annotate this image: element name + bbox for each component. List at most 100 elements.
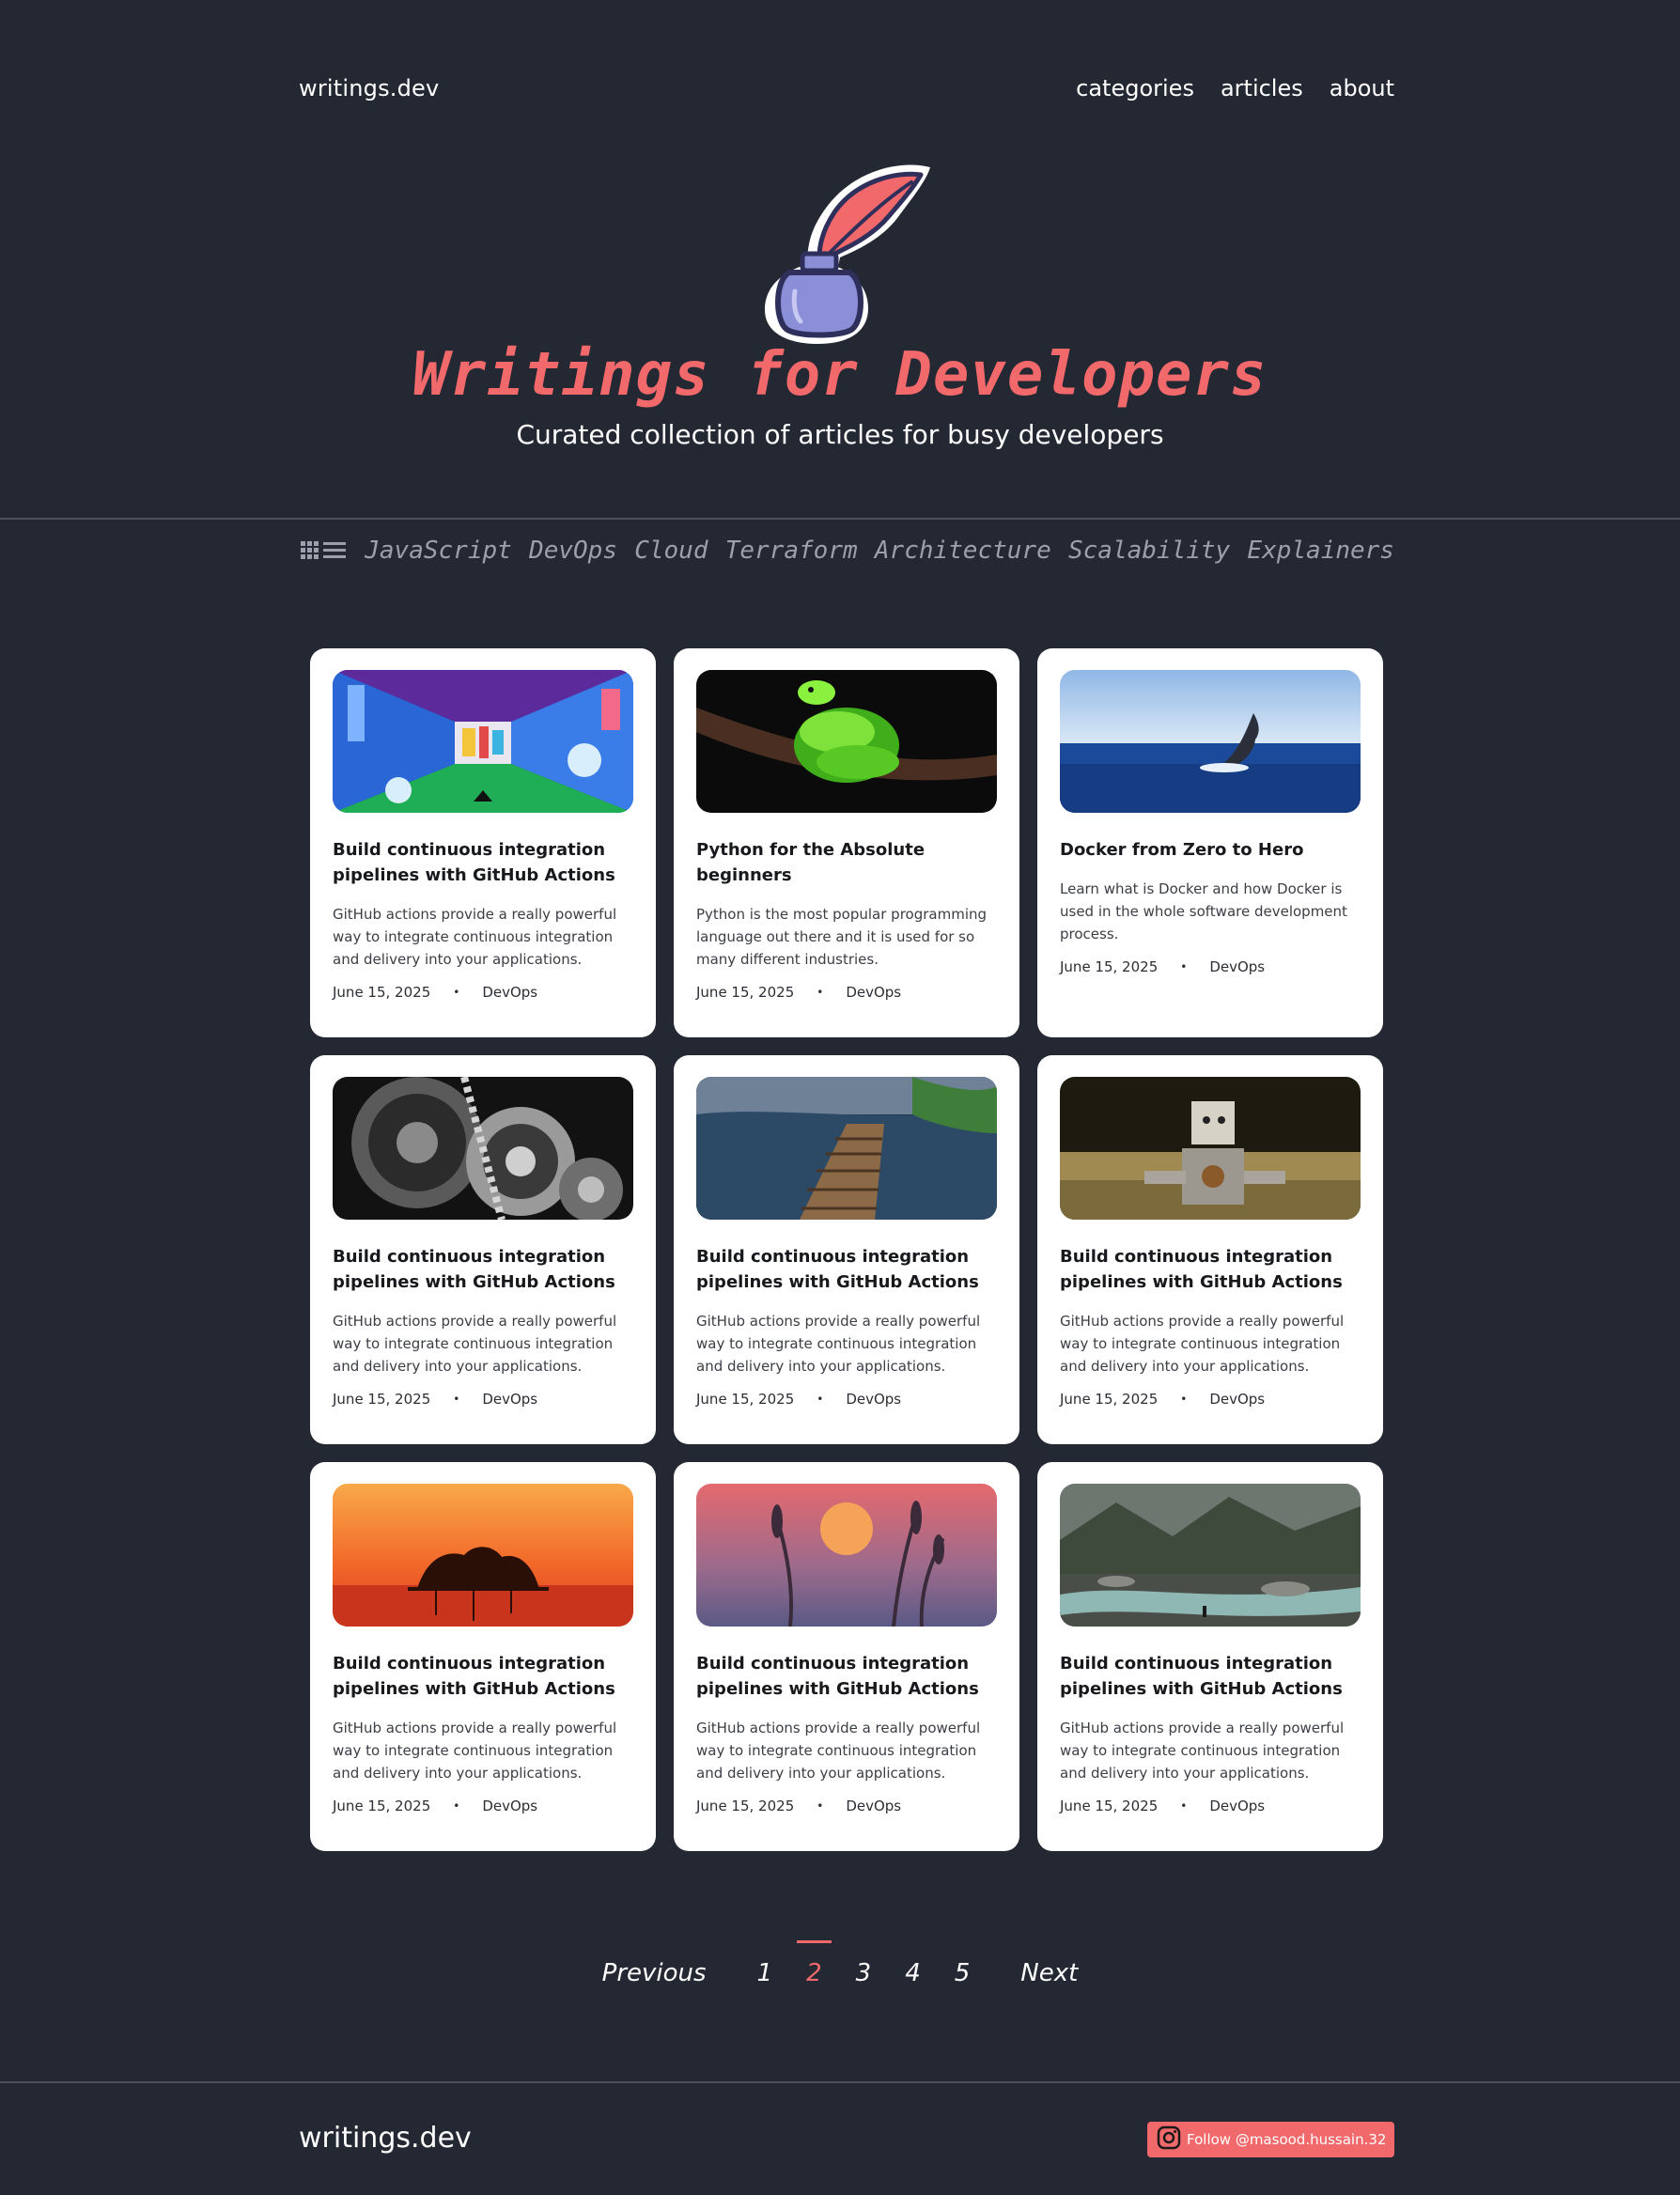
article-card[interactable]: Build continuous integration pipelines w… [1037,1055,1383,1444]
article-date: June 15, 2025 [1060,1798,1159,1814]
article-category[interactable]: DevOps [1209,1798,1265,1814]
article-meta: June 15, 2025 • DevOps [696,1391,997,1408]
next-page-link[interactable]: Next [1003,1959,1095,1987]
quill-ink-logo [752,160,940,348]
article-excerpt: GitHub actions provide a really powerful… [1060,1313,1345,1375]
nav-about[interactable]: about [1330,75,1394,101]
category-scalability[interactable]: Scalability [1068,537,1230,565]
separator-dot: • [453,1799,460,1813]
article-date: June 15, 2025 [333,1391,431,1408]
separator-dot: • [453,986,460,999]
article-title[interactable]: Python for the Absolute beginners [696,837,997,888]
article-date: June 15, 2025 [1060,1391,1159,1408]
category-cloud[interactable]: Cloud [634,537,708,565]
article-category[interactable]: DevOps [482,984,537,1001]
article-date: June 15, 2025 [333,984,431,1001]
separator-dot: • [1180,1799,1188,1813]
article-date: June 15, 2025 [696,984,795,1001]
article-category[interactable]: DevOps [482,1798,537,1814]
header-divider [0,518,1680,520]
article-excerpt: Python is the most popular programming l… [696,906,988,968]
page-link-4[interactable]: 4 [888,1959,938,1987]
instagram-follow-button[interactable]: Follow @masood.hussain.32 [1147,2122,1394,2157]
article-image-gears [333,1077,633,1220]
category-terraform[interactable]: Terraform [725,537,858,565]
article-card[interactable]: Build continuous integration pipelines w… [674,1055,1019,1444]
article-excerpt: GitHub actions provide a really powerful… [1060,1720,1345,1782]
category-javascript[interactable]: JavaScript [365,537,512,565]
page-link-3[interactable]: 3 [839,1959,889,1987]
article-card[interactable]: Docker from Zero to Hero Learn what is D… [1037,648,1383,1037]
article-title[interactable]: Build continuous integration pipelines w… [333,837,633,888]
hero-title: Writings for Developers [412,340,1268,410]
article-meta: June 15, 2025 • DevOps [333,984,633,1001]
article-title[interactable]: Build continuous integration pipelines w… [333,1651,633,1702]
article-card[interactable]: Build continuous integration pipelines w… [310,1462,656,1851]
article-card[interactable]: Python for the Absolute beginners Python… [674,648,1019,1037]
page-link-2-current[interactable]: 2 [789,1940,839,1987]
article-date: June 15, 2025 [333,1798,431,1814]
nav-categories[interactable]: categories [1076,75,1194,101]
article-excerpt: GitHub actions provide a really powerful… [333,1720,617,1782]
article-excerpt: GitHub actions provide a really powerful… [696,1313,981,1375]
article-category[interactable]: DevOps [846,1391,901,1408]
article-excerpt: GitHub actions provide a really powerful… [333,906,617,968]
article-image-colorful-corridor [333,670,633,813]
category-explainers[interactable]: Explainers [1247,537,1394,565]
category-devops[interactable]: DevOps [529,537,617,565]
top-bar: writings.dev categories articles about [299,70,1394,107]
page-link-5[interactable]: 5 [938,1959,988,1987]
article-excerpt: GitHub actions provide a really powerful… [333,1313,617,1375]
instagram-icon [1157,2125,1181,2154]
article-grid: Build continuous integration pipelines w… [310,648,1383,1851]
nav-articles[interactable]: articles [1221,75,1303,101]
article-image-mountain-river [1060,1484,1361,1627]
article-meta: June 15, 2025 • DevOps [1060,1391,1361,1408]
article-date: June 15, 2025 [696,1798,795,1814]
brand-link[interactable]: writings.dev [299,75,439,101]
article-image-green-snake [696,670,997,813]
previous-page-link[interactable]: Previous [585,1959,723,1987]
article-title[interactable]: Build continuous integration pipelines w… [1060,1651,1361,1702]
separator-dot: • [453,1393,460,1406]
footer-divider [0,2081,1680,2083]
article-image-whale-tail [1060,670,1361,813]
article-excerpt: GitHub actions provide a really powerful… [696,1720,981,1782]
follow-label: Follow @masood.hussain.32 [1187,2131,1387,2148]
article-image-wooden-bridge [696,1077,997,1220]
page-link-1[interactable]: 1 [740,1959,790,1987]
article-title[interactable]: Build continuous integration pipelines w… [1060,1244,1361,1295]
separator-dot: • [817,986,824,999]
article-date: June 15, 2025 [1060,958,1159,975]
article-date: June 15, 2025 [696,1391,795,1408]
top-nav: categories articles about [1076,75,1394,101]
article-card[interactable]: Build continuous integration pipelines w… [310,648,656,1037]
article-image-sunset-island [333,1484,633,1627]
article-meta: June 15, 2025 • DevOps [1060,958,1361,975]
footer-brand-link[interactable]: writings.dev [299,2122,472,2155]
article-title[interactable]: Build continuous integration pipelines w… [696,1244,997,1295]
article-meta: June 15, 2025 • DevOps [1060,1798,1361,1814]
article-category[interactable]: DevOps [1209,1391,1265,1408]
article-category[interactable]: DevOps [1209,958,1265,975]
category-architecture[interactable]: Architecture [875,537,1051,565]
article-title[interactable]: Build continuous integration pipelines w… [333,1244,633,1295]
article-title[interactable]: Docker from Zero to Hero [1060,837,1361,863]
article-image-tin-robot [1060,1077,1361,1220]
article-card[interactable]: Build continuous integration pipelines w… [310,1055,656,1444]
separator-dot: • [1180,1393,1188,1406]
article-category[interactable]: DevOps [846,1798,901,1814]
article-title[interactable]: Build continuous integration pipelines w… [696,1651,997,1702]
article-category[interactable]: DevOps [846,984,901,1001]
category-bar: JavaScript DevOps Cloud Terraform Archit… [301,532,1394,569]
separator-dot: • [1180,960,1188,973]
hero-subtitle: Curated collection of articles for busy … [516,419,1164,450]
article-card[interactable]: Build continuous integration pipelines w… [1037,1462,1383,1851]
article-card[interactable]: Build continuous integration pipelines w… [674,1462,1019,1851]
grid-list-icon[interactable] [301,539,348,562]
article-category[interactable]: DevOps [482,1391,537,1408]
article-excerpt: Learn what is Docker and how Docker is u… [1060,880,1347,942]
separator-dot: • [817,1393,824,1406]
article-meta: June 15, 2025 • DevOps [696,984,997,1001]
pagination: Previous 1 2 3 4 5 Next [0,1940,1680,1992]
